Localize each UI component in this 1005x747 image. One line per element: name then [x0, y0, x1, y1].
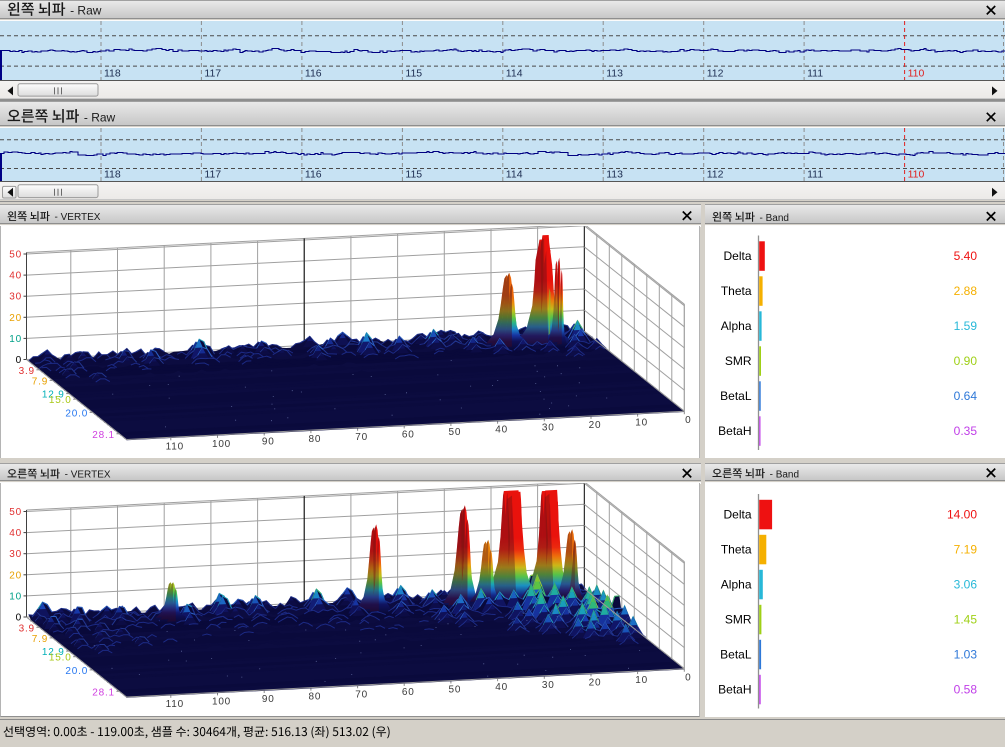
svg-text:28.1: 28.1 — [92, 687, 115, 698]
svg-text:115: 115 — [405, 169, 422, 181]
svg-text:80: 80 — [309, 692, 322, 703]
svg-text:0.35: 0.35 — [954, 424, 978, 438]
svg-text:117: 117 — [204, 169, 221, 181]
svg-text:- VERTEX: - VERTEX — [55, 212, 101, 223]
svg-text:0: 0 — [16, 613, 22, 624]
svg-text:- Raw: - Raw — [70, 4, 102, 18]
svg-text:111: 111 — [807, 169, 823, 181]
svg-text:114: 114 — [506, 169, 523, 181]
svg-text:60: 60 — [402, 687, 415, 698]
svg-text:112: 112 — [707, 169, 724, 181]
svg-text:90: 90 — [262, 694, 275, 705]
svg-text:110: 110 — [908, 169, 925, 181]
svg-text:30: 30 — [9, 292, 22, 303]
svg-text:- Band: - Band — [770, 469, 799, 480]
svg-text:115: 115 — [405, 68, 422, 80]
svg-text:SMR: SMR — [725, 354, 752, 368]
svg-text:20.0: 20.0 — [65, 666, 88, 677]
svg-text:3.9: 3.9 — [19, 366, 35, 377]
svg-text:3.06: 3.06 — [954, 577, 978, 591]
svg-text:50: 50 — [449, 427, 462, 438]
svg-text:SMR: SMR — [725, 612, 752, 626]
svg-text:Delta: Delta — [723, 249, 751, 263]
svg-text:40: 40 — [9, 271, 22, 282]
svg-text:7.19: 7.19 — [954, 542, 978, 556]
svg-text:118: 118 — [104, 169, 121, 181]
svg-text:Alpha: Alpha — [721, 319, 752, 333]
svg-text:Delta: Delta — [723, 507, 751, 521]
svg-text:Alpha: Alpha — [721, 577, 752, 591]
svg-text:110: 110 — [908, 68, 925, 80]
svg-text:60: 60 — [402, 429, 415, 440]
svg-text:0.90: 0.90 — [954, 354, 978, 368]
svg-text:113: 113 — [606, 169, 623, 181]
svg-text:- VERTEX: - VERTEX — [65, 470, 111, 481]
svg-text:3.9: 3.9 — [19, 623, 35, 634]
svg-text:0: 0 — [685, 673, 691, 684]
svg-text:117: 117 — [204, 68, 221, 80]
svg-text:40: 40 — [495, 682, 508, 693]
svg-text:1.59: 1.59 — [954, 319, 978, 333]
svg-text:0.58: 0.58 — [954, 682, 978, 696]
svg-text:116: 116 — [305, 169, 322, 181]
svg-text:40: 40 — [9, 528, 22, 539]
svg-text:50: 50 — [9, 250, 22, 261]
svg-text:118: 118 — [104, 68, 121, 80]
svg-text:50: 50 — [9, 507, 22, 518]
svg-text:116: 116 — [305, 68, 322, 80]
svg-text:- Band: - Band — [760, 213, 789, 224]
svg-text:20: 20 — [9, 313, 22, 324]
svg-text:10: 10 — [9, 334, 22, 345]
svg-text:110: 110 — [166, 441, 184, 452]
svg-text:100: 100 — [212, 439, 231, 450]
svg-text:7.9: 7.9 — [32, 376, 48, 387]
svg-text:80: 80 — [309, 434, 322, 445]
svg-text:BetaL: BetaL — [720, 647, 752, 661]
svg-text:1.03: 1.03 — [954, 647, 978, 661]
svg-text:20: 20 — [589, 677, 602, 688]
svg-text:0: 0 — [685, 415, 691, 426]
svg-text:BetaH: BetaH — [718, 424, 751, 438]
svg-text:10: 10 — [635, 675, 648, 686]
svg-text:- Raw: - Raw — [84, 111, 116, 125]
svg-text:0: 0 — [16, 355, 22, 366]
svg-text:BetaH: BetaH — [718, 682, 751, 696]
svg-text:0.64: 0.64 — [954, 389, 978, 403]
svg-text:110: 110 — [166, 699, 184, 710]
svg-text:70: 70 — [355, 432, 368, 443]
svg-text:30: 30 — [9, 549, 22, 560]
svg-text:20: 20 — [589, 420, 602, 431]
svg-text:28.1: 28.1 — [92, 430, 115, 441]
svg-text:1.45: 1.45 — [954, 612, 978, 626]
svg-text:20.0: 20.0 — [65, 408, 88, 419]
svg-text:Theta: Theta — [721, 284, 752, 298]
svg-text:30: 30 — [542, 422, 555, 433]
svg-text:Theta: Theta — [721, 542, 752, 556]
svg-text:14.00: 14.00 — [947, 507, 977, 521]
svg-text:BetaL: BetaL — [720, 389, 752, 403]
svg-text:90: 90 — [262, 437, 275, 448]
svg-text:30: 30 — [542, 680, 555, 691]
svg-text:111: 111 — [807, 68, 823, 80]
svg-text:70: 70 — [355, 689, 368, 700]
svg-text:7.9: 7.9 — [32, 634, 48, 645]
svg-text:2.88: 2.88 — [954, 284, 978, 298]
svg-text:20: 20 — [9, 570, 22, 581]
svg-text:112: 112 — [707, 68, 724, 80]
svg-text:100: 100 — [212, 696, 231, 707]
svg-text:10: 10 — [635, 418, 648, 429]
svg-text:40: 40 — [495, 425, 508, 436]
svg-text:114: 114 — [506, 68, 523, 80]
svg-text:5.40: 5.40 — [954, 249, 978, 263]
svg-text:15.0: 15.0 — [49, 395, 72, 406]
svg-text:113: 113 — [606, 68, 623, 80]
svg-text:15.0: 15.0 — [49, 653, 72, 664]
svg-text:10: 10 — [9, 591, 22, 602]
svg-text:50: 50 — [449, 685, 462, 696]
